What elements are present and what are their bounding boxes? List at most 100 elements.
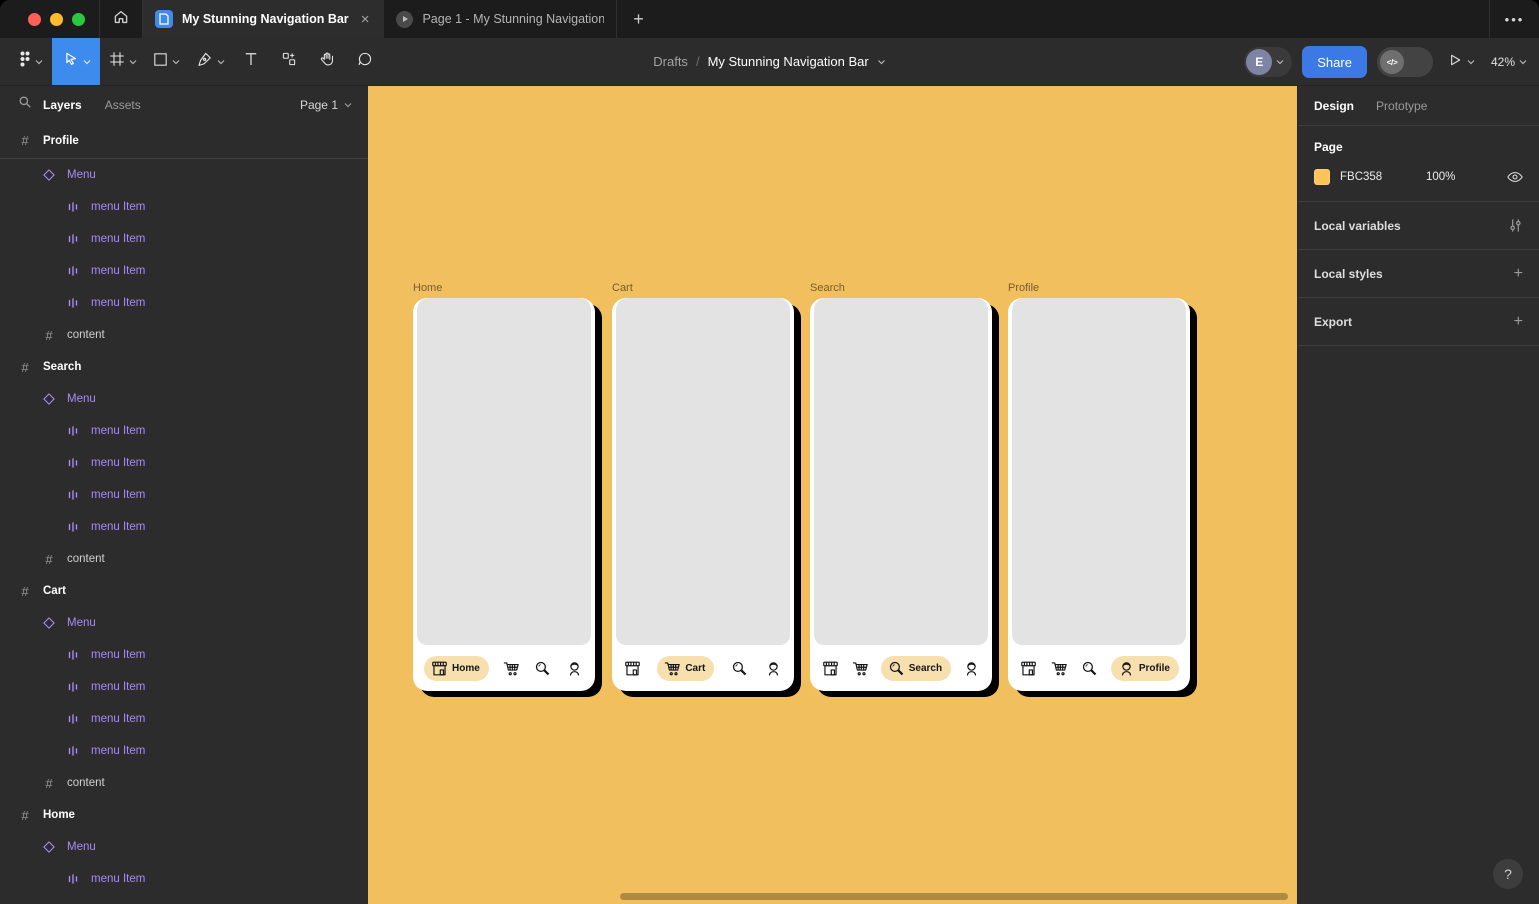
- layer-row-menu-item[interactable]: menu Item: [0, 863, 368, 895]
- main-menu-button[interactable]: [8, 38, 52, 85]
- nav-item-cart-active[interactable]: Cart: [657, 656, 714, 681]
- layer-row-menu-item[interactable]: menu Item: [0, 223, 368, 255]
- tab-assets[interactable]: Assets: [105, 98, 141, 112]
- design-canvas[interactable]: Home Home Cart Cart Search Search Profile Profi…: [368, 86, 1297, 904]
- tab-presentation[interactable]: Page 1 - My Stunning Navigation Bar: [384, 0, 617, 38]
- move-tool-button[interactable]: [52, 38, 100, 85]
- home-button[interactable]: [99, 0, 143, 38]
- layer-row-content[interactable]: #content: [0, 543, 368, 575]
- dev-mode-toggle[interactable]: </>: [1377, 47, 1433, 77]
- tab-prototype[interactable]: Prototype: [1376, 99, 1427, 113]
- close-window-button[interactable]: [28, 13, 41, 26]
- phone-frame[interactable]: Cart: [612, 298, 794, 691]
- breadcrumb-file-name[interactable]: My Stunning Navigation Bar: [708, 54, 869, 69]
- layer-row-menu[interactable]: Menu: [0, 831, 368, 863]
- pen-tool-button[interactable]: [188, 38, 232, 85]
- hand-tool-button[interactable]: [308, 38, 346, 85]
- chevron-down-icon[interactable]: [129, 59, 137, 65]
- color-opacity-value[interactable]: 100%: [1426, 171, 1507, 183]
- layer-row-home[interactable]: #Home: [0, 799, 368, 831]
- chevron-down-icon[interactable]: [217, 59, 225, 65]
- plus-icon[interactable]: +: [1514, 265, 1523, 283]
- frame-label[interactable]: Cart: [612, 282, 794, 295]
- present-button[interactable]: [1443, 52, 1479, 73]
- eye-icon[interactable]: [1507, 171, 1523, 183]
- layer-row-content[interactable]: #content: [0, 319, 368, 351]
- frame-label[interactable]: Search: [810, 282, 992, 295]
- share-button[interactable]: Share: [1302, 46, 1367, 78]
- layer-row-menu-item[interactable]: menu Item: [0, 703, 368, 735]
- nav-item-home[interactable]: [623, 659, 642, 678]
- nav-item-profile[interactable]: [962, 659, 981, 678]
- search-icon[interactable]: [18, 95, 32, 114]
- new-tab-button[interactable]: +: [617, 0, 659, 38]
- nav-item-cart[interactable]: [502, 659, 521, 678]
- layer-row-menu-item[interactable]: menu Item: [0, 255, 368, 287]
- nav-item-profile[interactable]: [764, 659, 783, 678]
- layer-row-menu[interactable]: Menu: [0, 607, 368, 639]
- layer-row-content[interactable]: #content: [0, 767, 368, 799]
- variables-icon[interactable]: [1508, 218, 1523, 233]
- help-button[interactable]: ?: [1493, 859, 1523, 889]
- layer-row-menu-item[interactable]: menu Item: [0, 447, 368, 479]
- plus-icon[interactable]: +: [1514, 313, 1523, 331]
- nav-item-search[interactable]: [533, 659, 552, 678]
- bottom-nav-bar[interactable]: Cart: [612, 645, 794, 691]
- layer-row-menu-item[interactable]: menu Item: [0, 735, 368, 767]
- nav-item-search[interactable]: [730, 659, 749, 678]
- phone-frame[interactable]: Profile: [1008, 298, 1190, 691]
- nav-item-home-active[interactable]: Home: [424, 656, 489, 681]
- shape-tool-button[interactable]: [144, 38, 188, 85]
- comment-tool-button[interactable]: [346, 38, 384, 85]
- close-tab-icon[interactable]: ×: [358, 10, 373, 29]
- zoom-menu[interactable]: 42%: [1489, 55, 1529, 69]
- chevron-down-icon[interactable]: [877, 59, 886, 65]
- nav-item-search-active[interactable]: Search: [881, 656, 951, 681]
- page-selector[interactable]: Page 1: [300, 98, 352, 112]
- chevron-down-icon[interactable]: [83, 59, 91, 65]
- tab-file[interactable]: My Stunning Navigation Bar ×: [143, 0, 384, 38]
- export-section[interactable]: Export +: [1298, 298, 1539, 346]
- layer-row-menu[interactable]: Menu: [0, 383, 368, 415]
- minimize-window-button[interactable]: [50, 13, 63, 26]
- chevron-down-icon[interactable]: [172, 59, 180, 65]
- nav-item-home[interactable]: [821, 659, 840, 678]
- horizontal-scrollbar[interactable]: [620, 893, 1288, 900]
- local-styles-section[interactable]: Local styles +: [1298, 250, 1539, 298]
- nav-item-home[interactable]: [1019, 659, 1038, 678]
- phone-frame[interactable]: Search: [810, 298, 992, 691]
- breadcrumb-project[interactable]: Drafts: [653, 54, 688, 69]
- layer-row-cart[interactable]: #Cart: [0, 575, 368, 607]
- layer-row-menu-item[interactable]: menu Item: [0, 671, 368, 703]
- text-tool-button[interactable]: [232, 38, 270, 85]
- layer-row-menu-item[interactable]: menu Item: [0, 191, 368, 223]
- frame-content-area[interactable]: [1012, 298, 1186, 645]
- nav-item-cart[interactable]: [1050, 659, 1069, 678]
- layer-row-menu[interactable]: Menu: [0, 159, 368, 191]
- color-hex-value[interactable]: FBC358: [1340, 171, 1402, 183]
- zoom-window-button[interactable]: [72, 13, 85, 26]
- bottom-nav-bar[interactable]: Profile: [1008, 645, 1190, 691]
- tab-design[interactable]: Design: [1314, 99, 1354, 113]
- chevron-down-icon[interactable]: [1467, 59, 1475, 65]
- layer-row-search[interactable]: #Search: [0, 351, 368, 383]
- layer-row-profile-sticky[interactable]: # Profile: [0, 123, 368, 159]
- frame-content-area[interactable]: [814, 298, 988, 645]
- layer-row-menu-item[interactable]: menu Item: [0, 287, 368, 319]
- frame-content-area[interactable]: [417, 298, 591, 645]
- window-menu-button[interactable]: •••: [1489, 0, 1539, 38]
- phone-frame[interactable]: Home: [413, 298, 595, 691]
- layer-row-menu-item[interactable]: menu Item: [0, 479, 368, 511]
- nav-item-cart[interactable]: [851, 659, 870, 678]
- bottom-nav-bar[interactable]: Home: [413, 645, 595, 691]
- frame-content-area[interactable]: [616, 298, 790, 645]
- color-swatch[interactable]: [1314, 169, 1330, 185]
- nav-item-profile-active[interactable]: Profile: [1111, 656, 1179, 681]
- frame-label[interactable]: Profile: [1008, 282, 1190, 295]
- nav-item-search[interactable]: [1080, 659, 1099, 678]
- layer-row-menu-item[interactable]: menu Item: [0, 639, 368, 671]
- frame-label[interactable]: Home: [413, 282, 595, 295]
- actions-tool-button[interactable]: [270, 38, 308, 85]
- nav-item-profile[interactable]: [565, 659, 584, 678]
- layer-row-menu-item[interactable]: menu Item: [0, 415, 368, 447]
